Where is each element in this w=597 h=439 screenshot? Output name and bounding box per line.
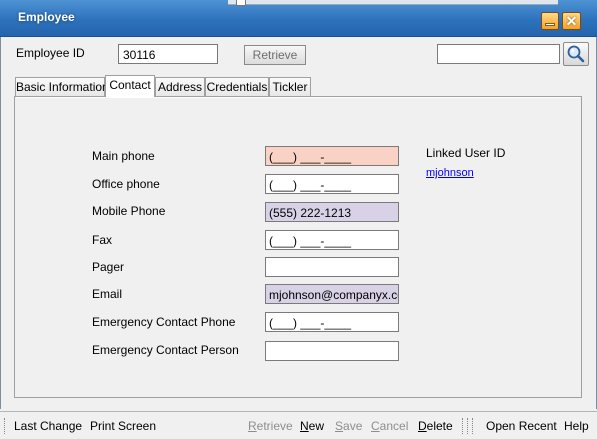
window-title: Employee [18, 10, 75, 24]
tab-basic-information[interactable]: Basic Information [15, 77, 109, 96]
retrieve-button[interactable]: Retrieve [244, 45, 306, 65]
employee-id-label: Employee ID [16, 46, 85, 60]
fax-field[interactable]: (___) ___-____ [265, 230, 399, 250]
emergency-contact-person-label: Emergency Contact Person [92, 343, 239, 357]
delete-command[interactable]: Delete [418, 419, 453, 433]
emergency-contact-phone-field[interactable]: (___) ___-____ [265, 312, 399, 332]
separator [467, 418, 470, 434]
background-checkbox [236, 0, 246, 6]
email-field[interactable]: mjohnson@companyx.com [265, 284, 399, 304]
search-button[interactable] [563, 42, 589, 66]
linked-user-id-label: Linked User ID [426, 146, 506, 160]
pager-field[interactable] [265, 257, 399, 277]
retrieve-command[interactable]: Retrieve [248, 419, 293, 433]
office-phone-field[interactable]: (___) ___-____ [265, 174, 399, 194]
grip-handle [4, 418, 7, 434]
magnifier-icon [567, 45, 585, 63]
tab-tickler[interactable]: Tickler [269, 77, 311, 96]
command-bar: Last Change Print Screen Retrieve New Sa… [0, 411, 597, 439]
mobile-phone-label: Mobile Phone [92, 204, 166, 218]
fax-label: Fax [92, 233, 113, 247]
last-change-button[interactable]: Last Change [14, 419, 82, 433]
mobile-phone-field[interactable]: (555) 222-1213 [265, 202, 399, 222]
email-label: Email [92, 287, 123, 301]
close-icon: ✕ [565, 13, 578, 29]
save-command[interactable]: Save [335, 419, 362, 433]
main-phone-field[interactable]: (___) ___-____ [265, 146, 399, 166]
separator [462, 418, 465, 434]
new-command[interactable]: New [300, 419, 324, 433]
emergency-contact-person-field[interactable] [265, 341, 399, 361]
title-bar: Employee ✕ [0, 0, 597, 37]
tab-contact[interactable]: Contact [105, 75, 155, 97]
employee-id-input[interactable]: 30116 [118, 44, 218, 64]
cancel-command[interactable]: Cancel [371, 419, 408, 433]
close-button[interactable]: ✕ [562, 12, 581, 30]
office-phone-label: Office phone [92, 177, 160, 191]
help-button[interactable]: Help [564, 419, 589, 433]
open-recent-button[interactable]: Open Recent [486, 419, 557, 433]
linked-user-id-link[interactable]: mjohnson [426, 167, 474, 179]
minimize-button[interactable] [541, 12, 559, 30]
main-phone-label: Main phone [92, 149, 155, 163]
search-input[interactable] [437, 44, 560, 64]
tab-credentials[interactable]: Credentials [205, 77, 269, 96]
tab-address[interactable]: Address [155, 77, 205, 96]
separator [472, 418, 475, 434]
background-window-strip [228, 0, 558, 5]
contact-panel: Main phone (___) ___-____ Office phone (… [14, 96, 582, 398]
pager-label: Pager [92, 260, 125, 274]
print-screen-button[interactable]: Print Screen [90, 419, 156, 433]
emergency-contact-phone-label: Emergency Contact Phone [92, 315, 236, 329]
